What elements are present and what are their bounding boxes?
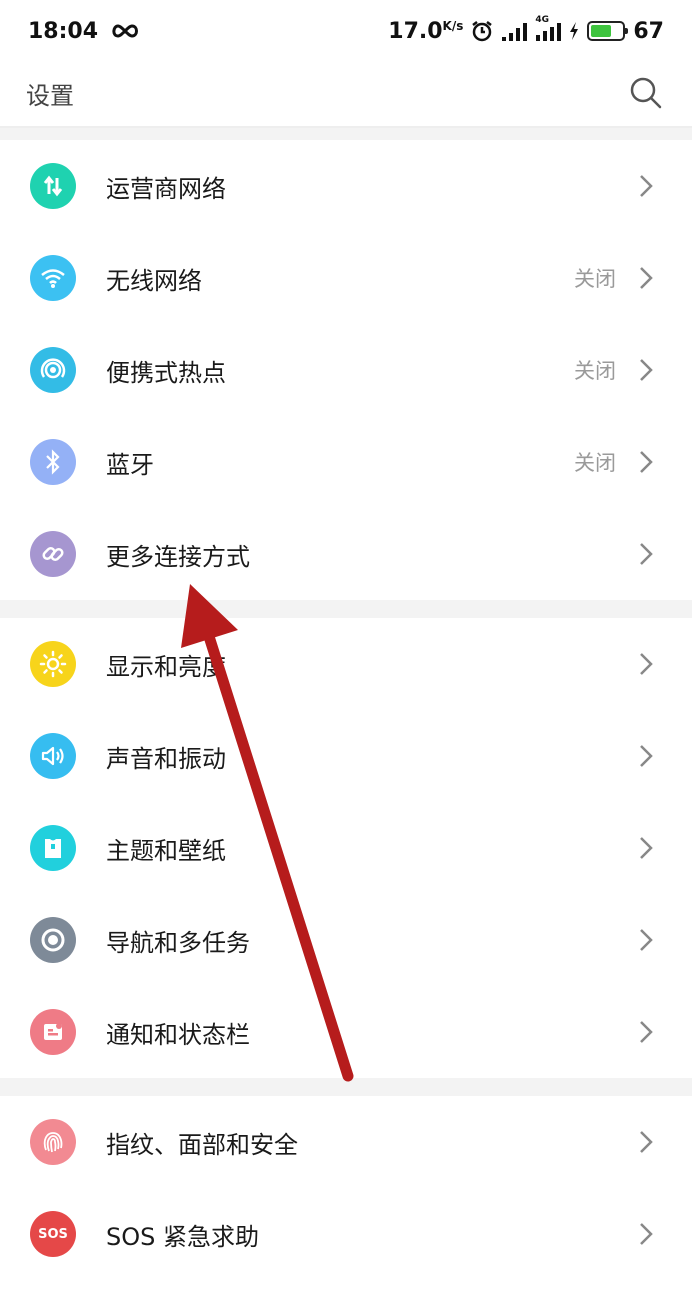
settings-item-sound-vibration[interactable]: 声音和振动 (0, 710, 692, 802)
settings-item-wifi[interactable]: 无线网络 关闭 (0, 232, 692, 324)
wifi-icon (30, 255, 76, 301)
fingerprint-icon (30, 1119, 76, 1165)
chevron-right-icon (640, 837, 653, 859)
alarm-icon (472, 21, 493, 42)
settings-item-display-brightness[interactable]: 显示和亮度 (0, 618, 692, 710)
item-status: 关闭 (574, 267, 616, 291)
chevron-right-icon (640, 451, 653, 473)
status-time: 18:04 (28, 18, 99, 44)
chevron-right-icon (640, 543, 653, 565)
section-gap (0, 1078, 692, 1096)
battery-level: 67 (633, 18, 664, 44)
search-button[interactable] (628, 75, 664, 111)
item-status: 关闭 (574, 359, 616, 383)
header: 设置 (0, 62, 692, 124)
chevron-right-icon (640, 267, 653, 289)
status-bar: 18:04 17.0K/s 4G 67 (0, 0, 692, 62)
settings-item-fingerprint-face-security[interactable]: 指纹、面部和安全 (0, 1096, 692, 1188)
page-title: 设置 (26, 81, 74, 110)
item-status: 关闭 (574, 451, 616, 475)
link-icon (30, 531, 76, 577)
chevron-right-icon (640, 359, 653, 381)
network-speed: 17.0K/s (388, 18, 464, 44)
chevron-right-icon (640, 175, 653, 197)
settings-item-hotspot[interactable]: 便携式热点 关闭 (0, 324, 692, 416)
settings-item-sos[interactable]: SOS SOS 紧急求助 (0, 1188, 692, 1280)
settings-item-notification-statusbar[interactable]: 通知和状态栏 (0, 986, 692, 1078)
settings-item-more-connections[interactable]: 更多连接方式 (0, 508, 692, 600)
charging-icon (570, 22, 579, 40)
item-label: 显示和亮度 (106, 652, 226, 681)
shirt-icon (30, 825, 76, 871)
item-label: 导航和多任务 (106, 928, 250, 957)
battery-icon (587, 21, 629, 41)
settings-group-display: 显示和亮度 声音和振动 主题和壁纸 导航和多任务 通知和状态栏 (0, 618, 692, 1078)
chevron-right-icon (640, 1223, 653, 1245)
sun-icon (30, 641, 76, 687)
hotspot-icon (30, 347, 76, 393)
item-label: 便携式热点 (106, 358, 226, 387)
item-label: 指纹、面部和安全 (106, 1130, 298, 1159)
settings-item-theme-wallpaper[interactable]: 主题和壁纸 (0, 802, 692, 894)
chevron-right-icon (640, 653, 653, 675)
speaker-icon (30, 733, 76, 779)
item-label: 运营商网络 (106, 174, 226, 203)
mobile-data-icon (30, 163, 76, 209)
search-icon (630, 77, 662, 109)
settings-item-bluetooth[interactable]: 蓝牙 关闭 (0, 416, 692, 508)
navigation-icon (30, 917, 76, 963)
chevron-right-icon (640, 1021, 653, 1043)
signal-icon-1 (502, 23, 528, 41)
notification-icon (30, 1009, 76, 1055)
signal-icon-2: 4G (535, 15, 562, 41)
item-label: 蓝牙 (106, 450, 154, 479)
section-gap (0, 128, 692, 140)
bluetooth-icon (30, 439, 76, 485)
section-gap (0, 600, 692, 618)
sos-icon: SOS (30, 1211, 76, 1257)
item-label: 通知和状态栏 (106, 1020, 250, 1049)
settings-item-carrier-network[interactable]: 运营商网络 (0, 140, 692, 232)
infinity-icon (112, 24, 139, 38)
settings-group-connectivity: 运营商网络 无线网络 关闭 便携式热点 关闭 蓝牙 关闭 更多连接方式 (0, 140, 692, 600)
item-label: SOS 紧急求助 (106, 1222, 259, 1251)
item-label: 无线网络 (106, 266, 202, 295)
settings-item-navigation-multitask[interactable]: 导航和多任务 (0, 894, 692, 986)
chevron-right-icon (640, 929, 653, 951)
item-label: 更多连接方式 (106, 542, 250, 571)
chevron-right-icon (640, 745, 653, 767)
item-label: 主题和壁纸 (106, 836, 226, 865)
chevron-right-icon (640, 1131, 653, 1153)
item-label: 声音和振动 (106, 744, 226, 773)
settings-group-security: 指纹、面部和安全 SOS SOS 紧急求助 (0, 1096, 692, 1280)
